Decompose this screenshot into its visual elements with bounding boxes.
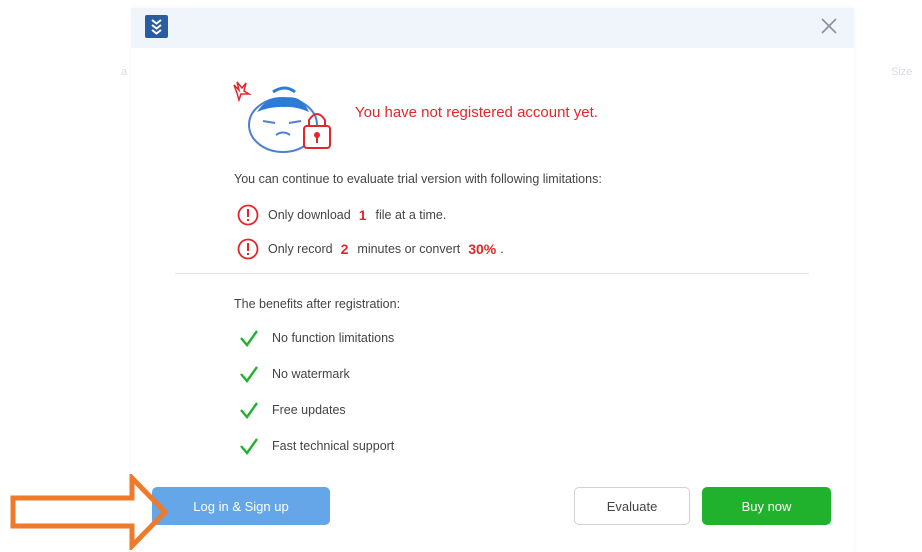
limitation-text: minutes or convert [357, 242, 461, 256]
benefit-label: No function limitations [272, 331, 395, 345]
benefit-label: No watermark [272, 367, 350, 381]
not-registered-headline: You have not registered account yet. [355, 104, 598, 121]
limitation-text: Only record [268, 242, 333, 256]
locked-mascot-icon [233, 81, 331, 153]
downloader-app-icon [145, 15, 168, 38]
warning-icon [237, 204, 259, 226]
benefit-item: Fast technical support [239, 435, 394, 457]
section-divider [175, 273, 809, 274]
limitation-value: 30% [468, 241, 497, 257]
trial-limitations-intro: You can continue to evaluate trial versi… [234, 172, 602, 186]
pointer-arrow-icon [10, 474, 169, 550]
benefit-label: Fast technical support [272, 439, 395, 453]
evaluate-button[interactable]: Evaluate [574, 487, 690, 525]
limitation-download: Only download 1 file at a time. [237, 204, 446, 226]
limitation-record: Only record 2 minutes or convert 30% . [237, 238, 504, 260]
limitation-text: file at a time. [375, 208, 447, 222]
close-icon[interactable] [817, 14, 841, 38]
limitation-text: Only download [268, 208, 351, 222]
limitation-text: . [500, 242, 504, 256]
benefit-item: Free updates [239, 399, 346, 421]
buy-now-button[interactable]: Buy now [702, 487, 831, 525]
benefit-label: Free updates [272, 403, 346, 417]
check-icon [240, 438, 258, 455]
dialog-titlebar [131, 8, 854, 48]
limitation-value: 1 [358, 207, 367, 223]
background-column-header-left: a [121, 66, 128, 78]
warning-icon [237, 238, 259, 260]
check-icon [240, 366, 258, 383]
benefit-item: No function limitations [239, 327, 394, 349]
limitation-value: 2 [340, 241, 349, 257]
check-icon [240, 330, 258, 347]
benefits-title: The benefits after registration: [234, 297, 401, 311]
benefit-item: No watermark [239, 363, 350, 385]
check-icon [240, 402, 258, 419]
login-signup-button[interactable]: Log in & Sign up [152, 487, 330, 525]
background-column-header-size: Size [891, 66, 913, 78]
registration-dialog: You have not registered account yet. You… [131, 8, 854, 552]
